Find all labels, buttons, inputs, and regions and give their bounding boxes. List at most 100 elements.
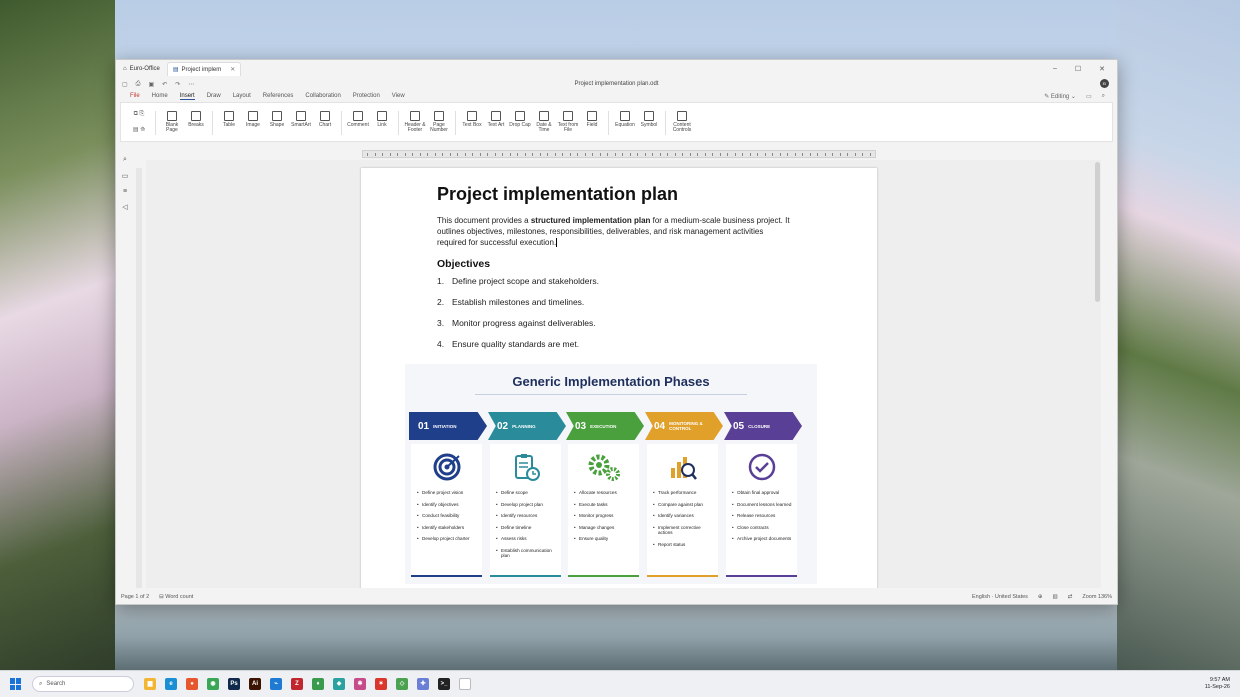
zoom-level[interactable]: Zoom 136% — [1082, 594, 1112, 600]
ruler-tick — [772, 153, 773, 156]
ruler-tick — [869, 153, 871, 156]
list-item[interactable]: 1. Define project scope and stakeholders. — [437, 276, 599, 297]
app-puzzle-icon[interactable]: ✚ — [417, 678, 429, 690]
photoshop-icon[interactable]: Ps — [228, 678, 240, 690]
navigation-icon[interactable]: ≡ — [123, 188, 127, 195]
intro-text: This document provides a — [437, 216, 531, 225]
ribbon-button-text-box[interactable]: Text Box — [460, 111, 484, 128]
menu-home[interactable]: Home — [152, 93, 168, 99]
menu-layout[interactable]: Layout — [233, 93, 251, 99]
ribbon-button-image[interactable]: Image — [241, 111, 265, 128]
open-location-icon[interactable]: ▭ — [1086, 93, 1092, 100]
copy-icon[interactable]: ⧉ ⎘ — [134, 111, 145, 118]
editing-mode-dropdown[interactable]: ✎ Editing ⌄ — [1044, 93, 1076, 100]
menu-insert[interactable]: Insert — [179, 93, 195, 100]
comments-icon[interactable]: ▭ — [122, 172, 129, 180]
vertical-ruler[interactable] — [136, 168, 142, 588]
paste-icon[interactable]: ▤ ⟰ — [133, 126, 145, 133]
edge-icon[interactable]: e — [165, 678, 177, 690]
windows-start-icon[interactable] — [10, 678, 22, 690]
ribbon-button-breaks[interactable]: Breaks — [184, 111, 208, 128]
search-placeholder: Search — [46, 681, 66, 687]
page-indicator[interactable]: Page 1 of 2 — [121, 594, 149, 600]
list-item[interactable]: 4. Ensure quality standards are met. — [437, 339, 599, 360]
language-selector[interactable]: English · United States — [972, 594, 1028, 600]
ribbon-button-text-art[interactable]: Text Art — [484, 111, 508, 128]
wallpaper-left — [0, 0, 115, 670]
app-colorwheel-icon[interactable]: ✱ — [354, 678, 366, 690]
avatar[interactable]: EI — [1100, 79, 1109, 88]
illustrator-icon[interactable]: Ai — [249, 678, 261, 690]
ruler-tick — [644, 153, 646, 156]
chrome-icon[interactable]: ◉ — [207, 678, 219, 690]
ribbon-button-page-number[interactable]: Page Number — [427, 111, 451, 133]
scrollbar-thumb[interactable] — [1095, 162, 1100, 302]
app-diamond-icon[interactable]: ◇ — [396, 678, 408, 690]
ribbon-button-smartart[interactable]: SmartArt — [289, 111, 313, 128]
phase-card-bar — [411, 575, 482, 577]
ribbon-button-table[interactable]: Table — [217, 111, 241, 128]
ribbon-button-chart[interactable]: Chart — [313, 111, 337, 128]
list-item[interactable]: 3. Monitor progress against deliverables. — [437, 318, 599, 339]
ribbon-button-content-controls[interactable]: Content Controls — [670, 111, 694, 133]
menu-file[interactable]: File — [130, 93, 140, 99]
ribbon-button-shape[interactable]: Shape — [265, 111, 289, 128]
track-changes-icon[interactable]: ▥ — [1053, 594, 1058, 600]
ruler-tick — [524, 153, 526, 156]
word-count[interactable]: ⊟ Word count — [159, 594, 193, 600]
vscode-icon[interactable]: ⌁ — [270, 678, 282, 690]
phase-name: MONITORING & CONTROL — [669, 421, 703, 431]
phase-task-list: Track performance Compare against plan Ide… — [653, 490, 715, 553]
phase-card-bar — [568, 575, 639, 577]
app-teal-icon[interactable]: ◆ — [333, 678, 345, 690]
ribbon-button-label: Blank Page — [165, 122, 179, 133]
ruler-tick — [667, 153, 668, 156]
search-icon[interactable]: ⌕ — [123, 156, 127, 164]
ribbon-button-text-from-file[interactable]: Text from File — [556, 111, 580, 133]
intro-paragraph[interactable]: This document provides a structured impl… — [437, 215, 792, 248]
phase-task: Identify variances — [653, 513, 715, 519]
ribbon-button-drop-cap[interactable]: Drop Cap — [508, 111, 532, 128]
firefox-icon[interactable]: ● — [186, 678, 198, 690]
taskbar-search-box[interactable]: ⌕ Search — [32, 676, 134, 692]
menu-protection[interactable]: Protection — [353, 93, 380, 99]
document-canvas[interactable]: Project implementation plan This documen… — [146, 160, 1101, 588]
list-item[interactable]: 2. Establish milestones and timelines. — [437, 297, 599, 318]
ribbon-button-date-time[interactable]: Date & Time — [532, 111, 556, 133]
blank-doc-icon[interactable] — [459, 678, 471, 690]
menu-draw[interactable]: Draw — [207, 93, 221, 99]
ruler-tick — [824, 153, 826, 156]
menu-references[interactable]: References — [263, 93, 294, 99]
ruler-tick — [554, 153, 556, 156]
close-window-icon[interactable]: ✕ — [1099, 65, 1105, 73]
view-mode-icon[interactable]: ⇄ — [1068, 594, 1073, 600]
terminal-icon[interactable]: >_ — [438, 678, 450, 690]
feedback-icon[interactable]: ◁ — [122, 203, 127, 211]
file-explorer-icon[interactable]: ▆ — [144, 678, 156, 690]
ribbon-button-field[interactable]: Field — [580, 111, 604, 128]
maximize-icon[interactable]: ☐ — [1075, 65, 1081, 73]
phases-infographic[interactable]: Generic Implementation Phases 01 INITIATI… — [405, 364, 817, 584]
vertical-scrollbar[interactable] — [1095, 150, 1101, 590]
tab-document[interactable]: ▤ Project implem ✕ — [166, 62, 242, 76]
spellcheck-icon[interactable]: ⊕ — [1038, 594, 1043, 600]
filezilla-icon[interactable]: Z — [291, 678, 303, 690]
ribbon-button-label: Page Number — [430, 122, 448, 133]
minimize-icon[interactable]: – — [1053, 65, 1057, 73]
app-red-icon[interactable]: ✶ — [375, 678, 387, 690]
ribbon-button-header-footer[interactable]: Header & Footer — [403, 111, 427, 133]
ribbon-button-symbol[interactable]: Symbol — [637, 111, 661, 128]
ribbon-button-equation[interactable]: Equation — [613, 111, 637, 128]
tab-euro-office[interactable]: ⌂ Euro-Office — [118, 62, 165, 76]
app-green-icon[interactable]: ♦ — [312, 678, 324, 690]
ribbon-button-blank-page[interactable]: Blank Page — [160, 111, 184, 133]
menu-collaboration[interactable]: Collaboration — [305, 93, 340, 99]
close-tab-icon[interactable]: ✕ — [230, 66, 235, 73]
system-clock[interactable]: 9:57 AM 11-Sep-26 — [1205, 677, 1230, 691]
ribbon-button-comment[interactable]: Comment — [346, 111, 370, 128]
menu-view[interactable]: View — [392, 93, 405, 99]
document-page[interactable]: Project implementation plan This documen… — [361, 168, 877, 588]
search-icon[interactable]: ⌕ — [1102, 93, 1105, 100]
horizontal-ruler[interactable] — [362, 150, 876, 158]
ribbon-button-link[interactable]: Link — [370, 111, 394, 128]
